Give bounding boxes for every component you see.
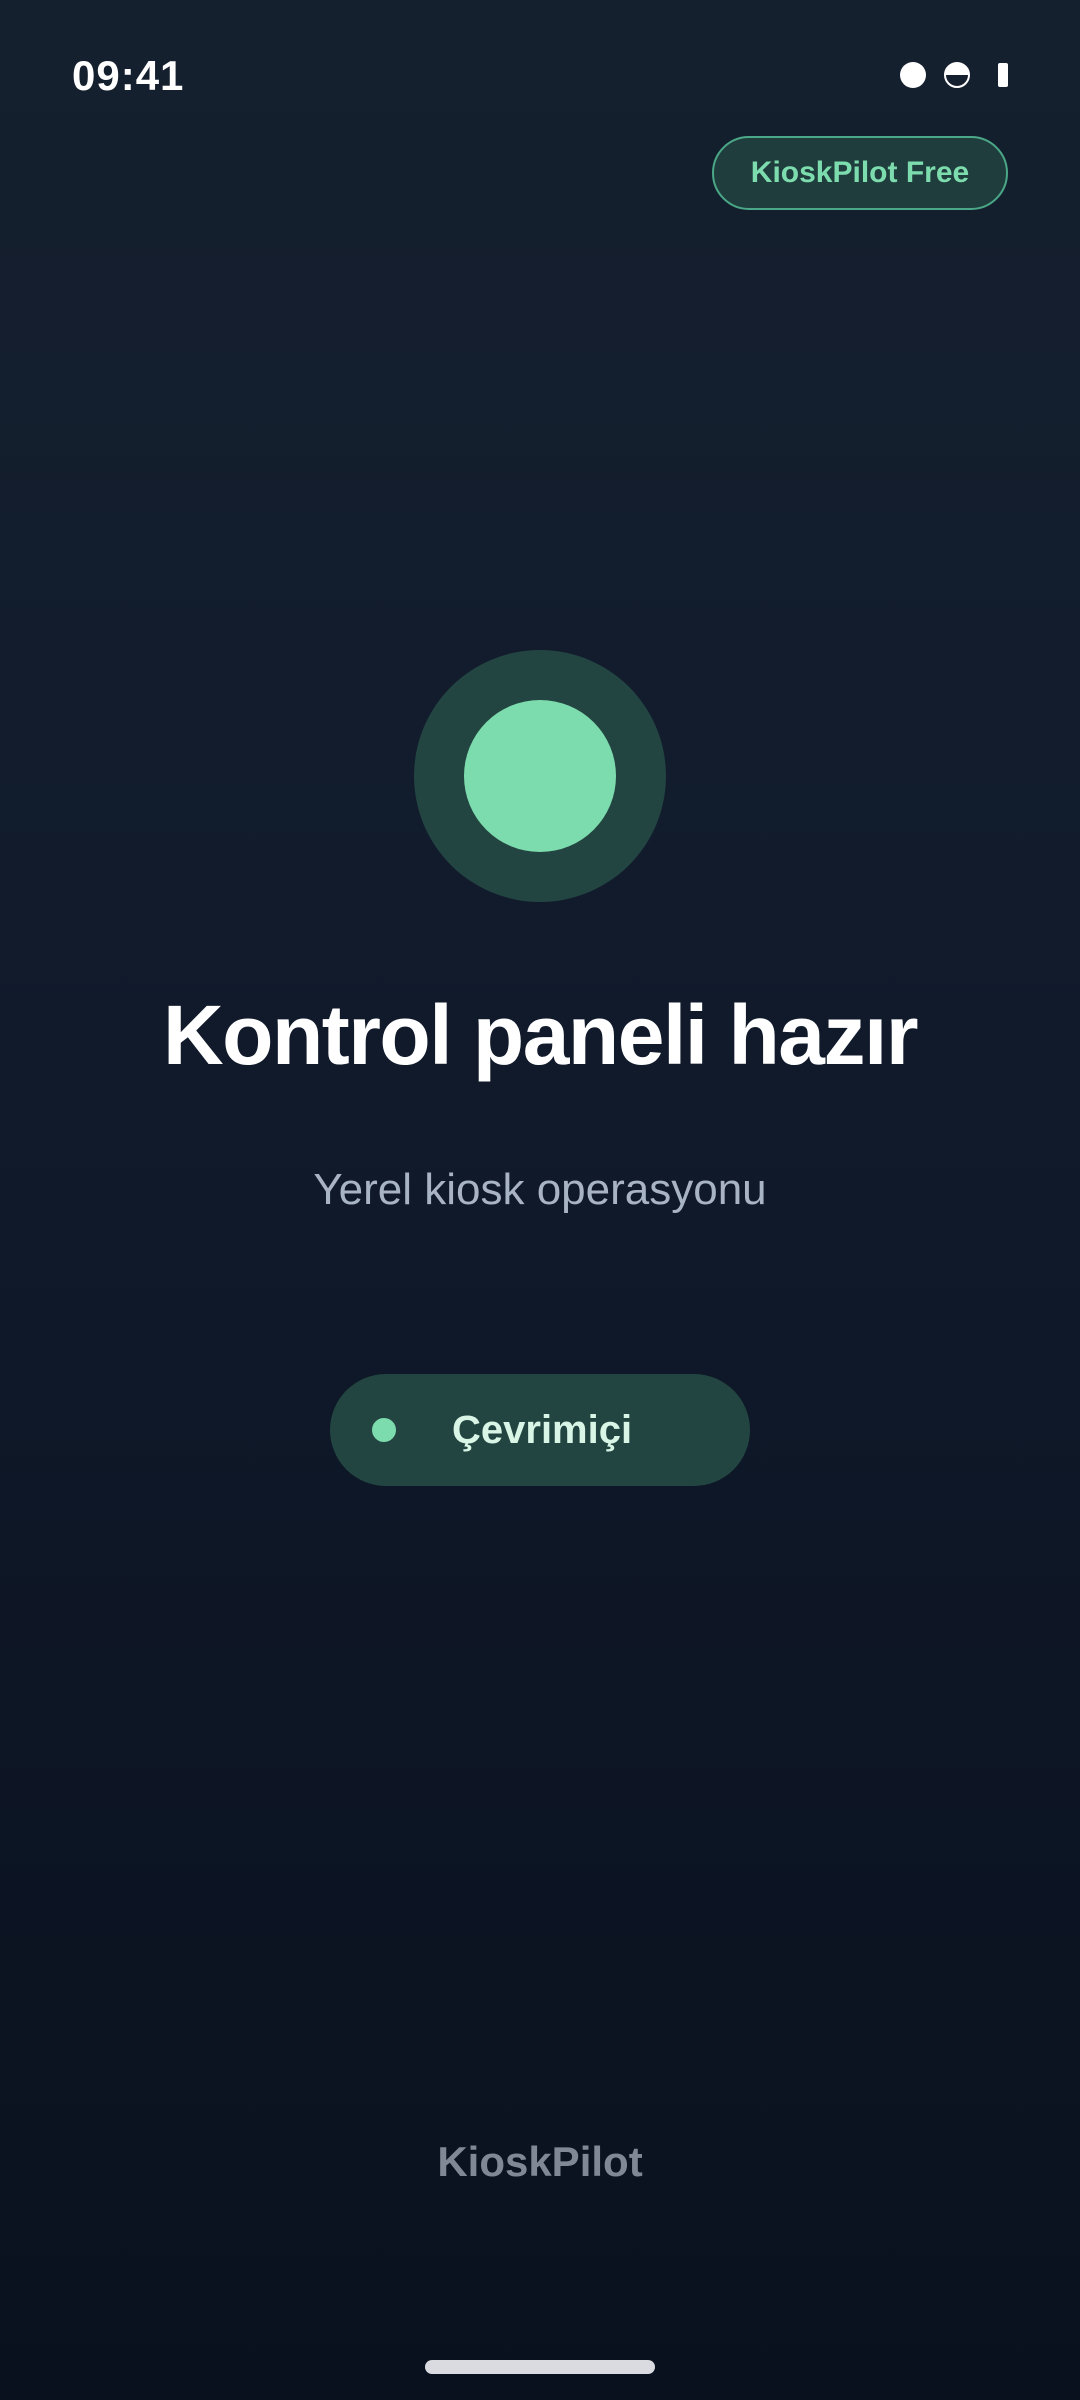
home-indicator[interactable] <box>425 2360 655 2374</box>
half-circle-icon <box>944 62 970 88</box>
brand-footer: KioskPilot <box>437 2138 643 2185</box>
online-indicator-icon <box>372 1418 396 1442</box>
connection-status-pill[interactable]: Çevrimiçi <box>330 1374 750 1486</box>
signal-dot-icon <box>900 62 926 88</box>
status-circle-core <box>464 700 616 852</box>
page-title: Kontrol paneli hazır <box>162 988 919 1082</box>
plan-badge-button[interactable]: KioskPilot Free <box>712 136 1008 210</box>
status-circle-icon <box>414 650 666 902</box>
status-bar: 09:41 <box>0 0 1080 150</box>
status-icons <box>900 60 1008 90</box>
battery-icon <box>998 63 1008 87</box>
page-subtitle: Yerel kiosk operasyonu <box>313 1165 767 1214</box>
status-time: 09:41 <box>72 52 185 99</box>
connection-status-label: Çevrimiçi <box>452 1408 633 1452</box>
